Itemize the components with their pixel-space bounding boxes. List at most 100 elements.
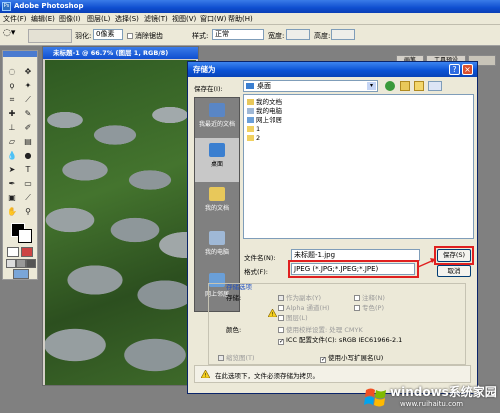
up-folder-icon[interactable]: [400, 81, 410, 91]
menu-layer[interactable]: 图层(L): [87, 14, 110, 24]
folder-icon: [247, 135, 254, 141]
as-copy-option[interactable]: 作为副本(Y): [278, 292, 321, 302]
my-computer-icon: [209, 231, 225, 245]
cancel-button[interactable]: 取消: [437, 265, 471, 277]
screen-mode-2-icon[interactable]: [16, 259, 26, 268]
style-select[interactable]: 正常: [212, 29, 264, 40]
place-my-documents-label: 我的文档: [204, 205, 229, 212]
new-folder-icon[interactable]: [414, 81, 424, 91]
save-in-value: 桌面: [257, 82, 271, 90]
blur-icon[interactable]: 💧: [5, 149, 19, 162]
menu-filter[interactable]: 滤镜(T): [144, 14, 168, 24]
height-input[interactable]: [331, 29, 355, 40]
place-my-documents[interactable]: 我的文档: [195, 182, 239, 226]
menu-edit[interactable]: 编辑(E): [31, 14, 55, 24]
quick-mask-icon[interactable]: [21, 247, 33, 257]
lowercase-ext-checkbox[interactable]: ✓: [320, 357, 326, 363]
list-item[interactable]: 网上邻居: [247, 116, 282, 124]
menu-help[interactable]: 帮助(H): [228, 14, 253, 24]
annotations-option[interactable]: 注释(N): [354, 292, 385, 302]
menu-file[interactable]: 文件(F): [3, 14, 27, 24]
spot-colors-option[interactable]: 专色(P): [354, 302, 384, 312]
file-list[interactable]: 我的文档 我的电脑 网上邻居 1 2: [243, 94, 474, 239]
standard-mode-icon[interactable]: [7, 247, 19, 257]
clone-stamp-icon[interactable]: ⊥: [5, 121, 19, 134]
feather-input[interactable]: 0像素: [93, 29, 123, 40]
shape-icon[interactable]: ▭: [21, 177, 35, 190]
storage-label: 存储:: [226, 294, 242, 302]
move-icon[interactable]: ✥: [21, 65, 35, 78]
icc-profile-option[interactable]: ✓ ICC 配置文件(C): sRGB IEC61966-2.1: [278, 334, 402, 345]
menu-image[interactable]: 图像(I): [59, 14, 81, 24]
list-item[interactable]: 2: [247, 134, 260, 142]
brush-icon[interactable]: ✎: [21, 107, 35, 120]
pen-icon[interactable]: ✒: [5, 177, 19, 190]
recent-docs-icon: [209, 103, 225, 117]
proof-setup-checkbox[interactable]: [278, 327, 284, 333]
imageready-icon[interactable]: [13, 269, 29, 279]
eraser-icon[interactable]: ▱: [5, 135, 19, 148]
places-bar: 我最近的文档 桌面 我的文档 我的电脑 网上邻居: [194, 97, 240, 312]
view-menu-icon[interactable]: [428, 81, 442, 91]
help-icon[interactable]: ?: [449, 64, 460, 75]
list-item[interactable]: 我的电脑: [247, 107, 282, 115]
type-icon[interactable]: T: [21, 163, 35, 176]
document-title: 未标题-1 @ 66.7% (图层 1, RGB/8): [53, 49, 169, 57]
dodge-icon[interactable]: ●: [21, 149, 35, 162]
style-label: 样式:: [192, 32, 209, 40]
antialias-row: 消除锯齿: [127, 31, 163, 41]
file-name: 我的电脑: [256, 107, 282, 115]
layers-checkbox[interactable]: [278, 315, 284, 321]
place-recent-label: 我最近的文档: [198, 121, 235, 128]
save-in-select[interactable]: 桌面 ▾: [243, 80, 378, 92]
place-my-computer[interactable]: 我的电脑: [195, 226, 239, 270]
background-color-swatch[interactable]: [18, 229, 32, 243]
menu-view[interactable]: 视图(V): [172, 14, 196, 24]
selection-mode-buttons[interactable]: [28, 29, 72, 43]
screen-mode-1-icon[interactable]: [6, 259, 16, 268]
marquee-icon[interactable]: ◌: [5, 65, 19, 78]
hand-icon[interactable]: ✋: [5, 205, 19, 218]
antialias-checkbox[interactable]: [127, 33, 133, 39]
filename-label: 文件名(N):: [244, 254, 276, 262]
watermark: windows系统家园 www.ruihaitu.com: [362, 380, 500, 413]
screen-mode-3-icon[interactable]: [26, 259, 36, 268]
annotations-checkbox[interactable]: [354, 295, 360, 301]
menu-window[interactable]: 窗口(W): [200, 14, 226, 24]
back-icon[interactable]: [385, 81, 395, 91]
as-copy-checkbox[interactable]: [278, 295, 284, 301]
chevron-down-icon[interactable]: ▾: [367, 82, 376, 90]
list-item[interactable]: 我的文档: [247, 98, 282, 106]
icc-profile-checkbox[interactable]: ✓: [278, 339, 284, 345]
eyedropper-icon[interactable]: ⟋: [21, 191, 35, 204]
thumbnail-checkbox[interactable]: [218, 355, 224, 361]
place-my-computer-label: 我的电脑: [204, 249, 229, 256]
layers-option[interactable]: 图层(L): [278, 312, 308, 322]
thumbnail-option[interactable]: 缩览图(T): [218, 352, 255, 362]
zoom-icon[interactable]: ⚲: [21, 205, 35, 218]
marquee-tool-icon[interactable]: ◌▾: [3, 28, 15, 38]
proof-setup-option[interactable]: 使用校样设置: 处理 CMYK: [278, 324, 363, 334]
my-documents-icon: [209, 187, 225, 201]
gradient-icon[interactable]: ▤: [21, 135, 35, 148]
width-input[interactable]: [286, 29, 310, 40]
lasso-icon[interactable]: ϙ: [5, 79, 19, 92]
history-brush-icon[interactable]: ✐: [21, 121, 35, 134]
magic-wand-icon[interactable]: ✦: [21, 79, 35, 92]
list-item[interactable]: 1: [247, 125, 260, 133]
slice-icon[interactable]: ⟋: [21, 93, 35, 106]
format-label: 格式(F):: [244, 268, 269, 276]
alpha-option[interactable]: Alpha 通道(H): [278, 302, 330, 312]
healing-brush-icon[interactable]: ✚: [5, 107, 19, 120]
place-recent[interactable]: 我最近的文档: [195, 98, 239, 142]
menu-select[interactable]: 选择(S): [115, 14, 139, 24]
crop-icon[interactable]: ⌗: [5, 93, 19, 106]
close-icon[interactable]: ×: [462, 64, 473, 75]
spot-colors-checkbox[interactable]: [354, 305, 360, 311]
notes-icon[interactable]: ▣: [5, 191, 19, 204]
place-desktop-label: 桌面: [210, 161, 223, 168]
lowercase-ext-option[interactable]: ✓ 使用小写扩展名(U): [320, 352, 383, 363]
place-desktop[interactable]: 桌面: [195, 138, 239, 182]
path-select-icon[interactable]: ➤: [5, 163, 19, 176]
alpha-checkbox[interactable]: [278, 305, 284, 311]
